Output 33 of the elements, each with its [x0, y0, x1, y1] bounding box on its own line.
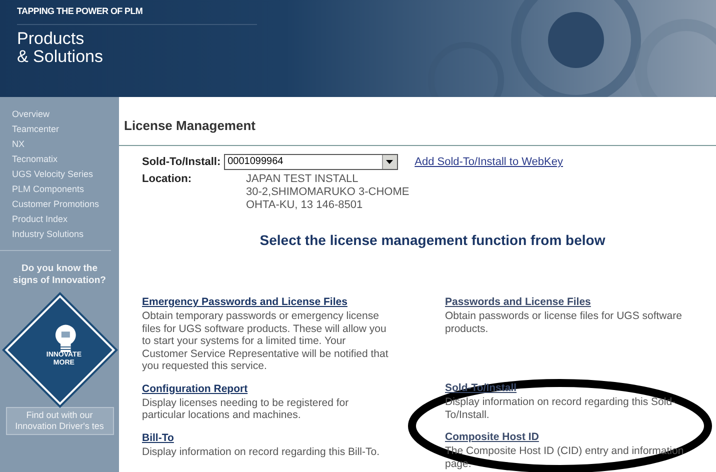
sidebar-item[interactable]: Industry Solutions: [12, 227, 111, 242]
location-label: Location:: [142, 173, 192, 185]
sidebar-item[interactable]: Overview: [12, 107, 111, 122]
address-line: OHTA-KU, 13 146-8501: [246, 199, 364, 212]
sidebar-item[interactable]: Product Index: [12, 212, 111, 227]
function-description: Display licenses needing to be registered for particular locations and machines.: [142, 396, 350, 422]
sold-to-dropdown[interactable]: 0001099964: [224, 154, 398, 170]
function-description: Display information on record regarding this Bill-To.: [142, 446, 381, 458]
function-link[interactable]: Emergency Passwords and License Files: [142, 296, 348, 308]
function-link[interactable]: Bill-To: [142, 432, 174, 444]
function-link[interactable]: Passwords and License Files: [445, 296, 591, 308]
promo-text: Do you know the signs of Innovation?: [12, 263, 107, 287]
function-description: Display information on record regarding this Sold-To/Install.: [445, 396, 677, 421]
tagline: TAPPING THE POWER OF PLM: [17, 6, 257, 25]
address-line: 30-2,SHIMOMARUKO 3-CHOME: [246, 186, 410, 199]
section-title: Products & Solutions: [17, 30, 104, 66]
section-heading: Select the license management function from below: [258, 232, 606, 248]
sidebar-item[interactable]: NX: [12, 137, 111, 152]
sold-to-label: Sold-To/Install:: [142, 156, 221, 168]
sidebar-item[interactable]: Customer Promotions: [12, 197, 111, 212]
caret-icon: [386, 160, 394, 164]
sidebar-item[interactable]: Teamcenter: [12, 122, 111, 137]
function-link[interactable]: Composite Host ID: [445, 431, 539, 443]
innovation-test-button[interactable]: Find out with our Innovation Driver's tes: [6, 407, 114, 435]
add-webkey-link[interactable]: Add Sold-To/Install to WebKey: [414, 156, 564, 168]
page-title: License Management: [119, 118, 716, 146]
function-description: Obtain passwords or license files for UGS software products.: [445, 310, 683, 335]
sidebar-item[interactable]: Tecnomatix: [12, 152, 111, 167]
sidebar-item[interactable]: PLM Components: [12, 182, 111, 197]
function-link[interactable]: Configuration Report: [142, 382, 248, 394]
sidebar-item[interactable]: UGS Velocity Series: [12, 167, 111, 182]
address-line: JAPAN TEST INSTALL: [246, 173, 360, 186]
function-description: Obtain temporary passwords or emergency license files for UGS software products. These will allow you to start your systems for a limited time. Your Customer Service Representative will be notified that you requested this service.: [142, 310, 390, 372]
